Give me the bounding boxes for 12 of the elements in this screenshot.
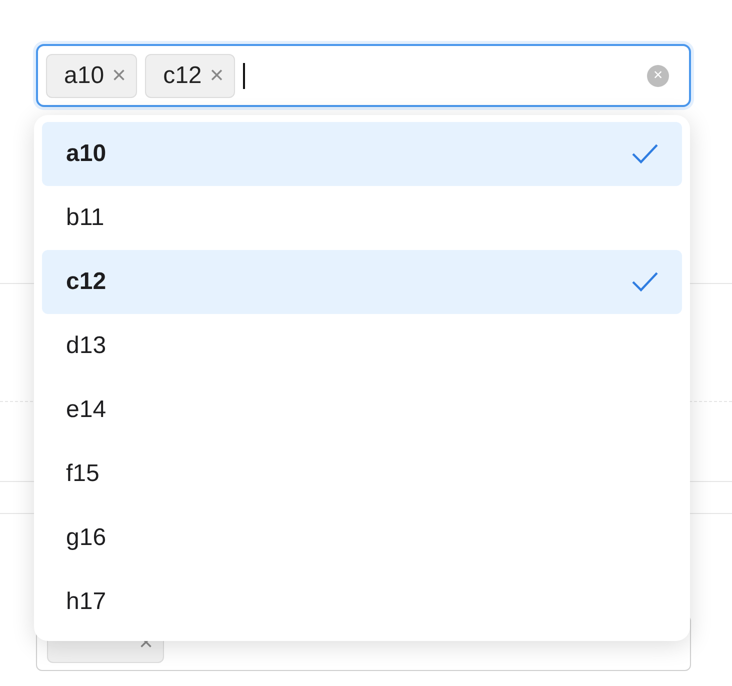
dropdown-option[interactable]: b11	[42, 186, 682, 250]
dropdown-option[interactable]: e14	[42, 378, 682, 442]
checkmark-icon	[632, 143, 658, 165]
dropdown-option[interactable]: c12	[42, 250, 682, 314]
dropdown-option[interactable]: d13	[42, 314, 682, 378]
dropdown-option[interactable]: a10	[42, 122, 682, 186]
dropdown-option[interactable]: f15	[42, 442, 682, 506]
dropdown-option[interactable]: g16	[42, 506, 682, 570]
checkmark-icon	[632, 271, 658, 293]
tag-label: a10	[64, 62, 104, 90]
text-cursor	[242, 62, 245, 88]
tag-label: c12	[163, 62, 202, 90]
